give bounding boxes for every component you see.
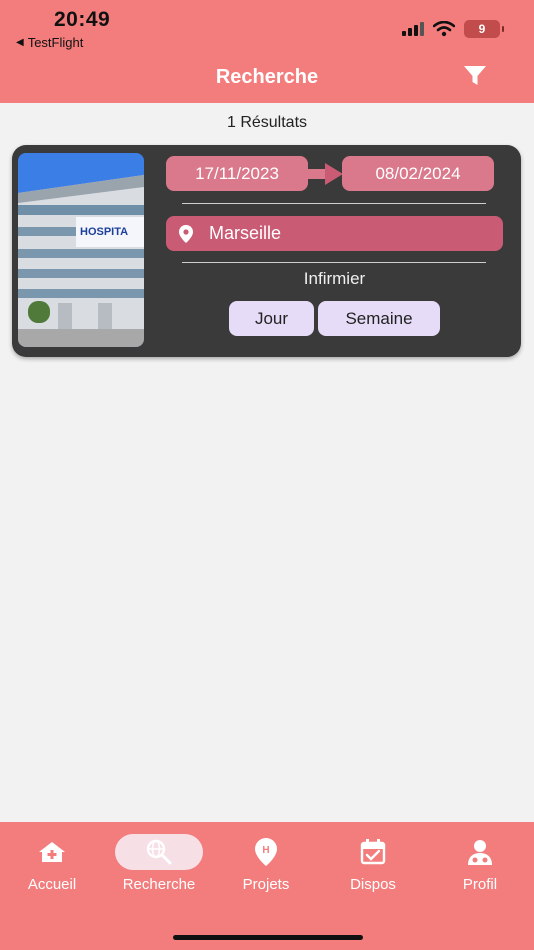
schedule-chip-semaine[interactable]: Semaine — [318, 301, 440, 336]
bottom-nav: Accueil Recherche H Projets Dispos Profi… — [0, 822, 534, 950]
hospital-photo: HOSPITA — [18, 153, 144, 347]
schedule-chip-jour[interactable]: Jour — [229, 301, 314, 336]
back-arrow-icon: ◀ — [16, 37, 24, 48]
home-icon — [39, 842, 65, 862]
nav-label-recherche: Recherche — [122, 876, 196, 893]
doctor-icon — [468, 840, 492, 865]
status-time: 20:49 — [54, 8, 111, 31]
start-date-pill[interactable]: 17/11/2023 — [166, 156, 308, 191]
result-card[interactable]: HOSPITA 17/11/2023 08/02/2024 Marseille … — [12, 145, 521, 357]
location-pill[interactable]: Marseille — [166, 216, 503, 251]
hospital-sign-text: HOSPITA — [80, 226, 128, 238]
divider — [182, 262, 486, 263]
location-label: Marseille — [209, 223, 282, 243]
status-icons: 9 — [402, 20, 504, 38]
results-count: 1 Résultats — [226, 114, 308, 131]
end-date-pill[interactable]: 08/02/2024 — [342, 156, 494, 191]
divider — [182, 203, 486, 204]
nav-label-accueil: Accueil — [27, 876, 77, 893]
nav-label-dispos: Dispos — [350, 876, 396, 893]
top-bar: 20:49 ◀ TestFlight 9 Recherche — [0, 0, 534, 103]
nav-item-projets[interactable]: H Projets — [216, 834, 316, 893]
svg-text:H: H — [262, 845, 269, 856]
back-app-label: TestFlight — [27, 35, 84, 50]
nav-item-profil[interactable]: Profil — [430, 834, 530, 893]
nav-label-profil: Profil — [462, 876, 498, 893]
filter-icon[interactable] — [462, 64, 488, 88]
nav-item-accueil[interactable]: Accueil — [2, 834, 102, 893]
profession-label: Infirmier — [303, 269, 366, 288]
cellular-signal-icon — [402, 22, 424, 36]
nav-item-recherche[interactable]: Recherche — [109, 834, 209, 893]
page-title: Recherche — [215, 66, 319, 88]
nav-item-dispos[interactable]: Dispos — [323, 834, 423, 893]
home-indicator[interactable] — [173, 935, 363, 940]
date-range-arrow-icon — [305, 163, 343, 185]
nav-label-projets: Projets — [242, 876, 290, 893]
wifi-icon — [433, 21, 455, 37]
calendar-check-icon — [360, 839, 386, 865]
location-pin-icon — [179, 224, 193, 243]
back-to-app-link[interactable]: ◀ TestFlight — [16, 35, 83, 50]
battery-indicator: 9 — [464, 20, 504, 38]
hospital-pin-icon: H — [255, 838, 277, 866]
search-globe-icon — [146, 839, 172, 865]
